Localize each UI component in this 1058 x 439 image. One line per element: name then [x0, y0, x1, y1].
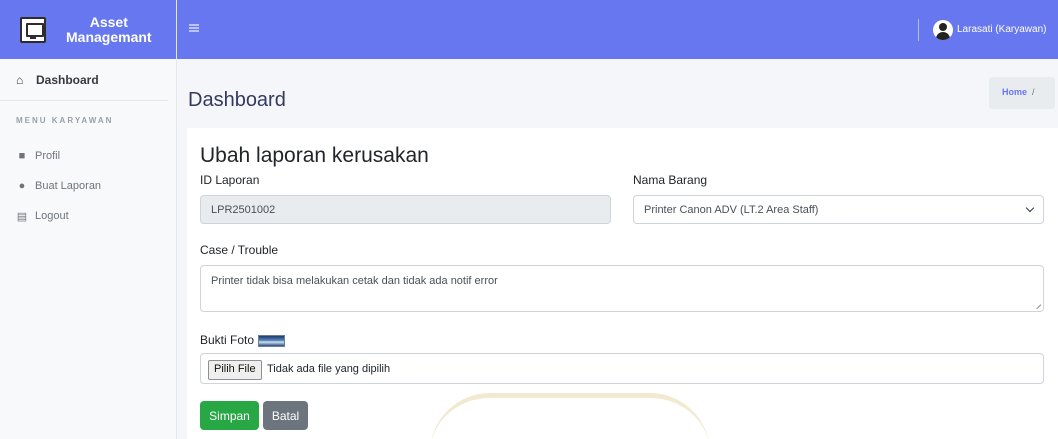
sidebar: Asset Managemant ⌂ Dashboard MENU KARYAW… — [0, 0, 177, 439]
sidebar-item-buat-laporan[interactable]: ● Buat Laporan — [0, 171, 176, 201]
monitor-logo-icon — [20, 16, 46, 43]
case-value: Printer tidak bisa melakukan cetak dan t… — [211, 275, 498, 287]
sidebar-section-header: MENU KARYAWAN — [16, 116, 114, 125]
case-label: Case / Trouble — [200, 243, 279, 257]
sidebar-item-logout[interactable]: ▤ Logout — [0, 201, 176, 231]
nama-barang-value: Printer Canon ADV (LT.2 Area Staff) — [644, 204, 819, 216]
case-textarea[interactable]: Printer tidak bisa melakukan cetak dan t… — [200, 265, 1044, 312]
item-label: Nama Barang — [633, 173, 708, 187]
form-title: Ubah laporan kerusakan — [200, 144, 429, 167]
id-label: ID Laporan — [200, 173, 260, 187]
sidebar-item-label: Logout — [35, 210, 69, 222]
breadcrumb-home[interactable]: Home — [1002, 87, 1027, 97]
resize-handle-icon[interactable] — [1032, 300, 1042, 310]
save-button[interactable]: Simpan — [200, 401, 259, 430]
brand[interactable]: Asset Managemant — [0, 0, 176, 59]
chart-icon: ▤ — [16, 210, 28, 223]
sidebar-item-label: Buat Laporan — [35, 180, 102, 192]
photo-thumbnail — [258, 335, 285, 347]
file-status: Tidak ada file yang dipilih — [267, 363, 391, 375]
home-icon: ⌂ — [16, 72, 24, 87]
photo-label: Bukti Foto — [200, 333, 255, 347]
brand-title-line1: Asset — [89, 13, 128, 30]
sidebar-item-label: Profil — [35, 150, 61, 162]
id-laporan-value: LPR2501002 — [211, 204, 276, 216]
watermark — [430, 393, 710, 439]
menu-toggle-icon[interactable] — [189, 24, 199, 32]
nama-barang-select[interactable]: Printer Canon ADV (LT.2 Area Staff) — [633, 195, 1044, 224]
user-icon: ■ — [18, 150, 26, 162]
cancel-button[interactable]: Batal — [263, 401, 308, 430]
brand-title-line2: Managemant — [66, 28, 152, 45]
sidebar-item-profil[interactable]: ■ Profil — [0, 141, 176, 171]
breadcrumb: Home / — [989, 77, 1055, 109]
page-title: Dashboard — [188, 89, 286, 111]
avatar[interactable] — [933, 20, 953, 40]
exclamation-circle-icon: ● — [18, 180, 26, 192]
topbar: Larasati (Karyawan) — [177, 0, 1058, 59]
user-menu[interactable]: Larasati (Karyawan) — [957, 24, 1046, 35]
sidebar-item-dashboard[interactable]: ⌂ Dashboard — [0, 59, 168, 101]
chevron-down-icon — [1025, 203, 1035, 213]
brand-title: Asset Managemant — [66, 13, 152, 45]
topbar-divider — [918, 19, 919, 41]
breadcrumb-separator: / — [1032, 87, 1035, 97]
file-input[interactable]: Pilih File Tidak ada file yang dipilih — [200, 353, 1044, 384]
sidebar-item-label: Dashboard — [36, 72, 99, 87]
choose-file-button[interactable]: Pilih File — [208, 360, 262, 380]
id-laporan-field: LPR2501002 — [200, 195, 611, 224]
